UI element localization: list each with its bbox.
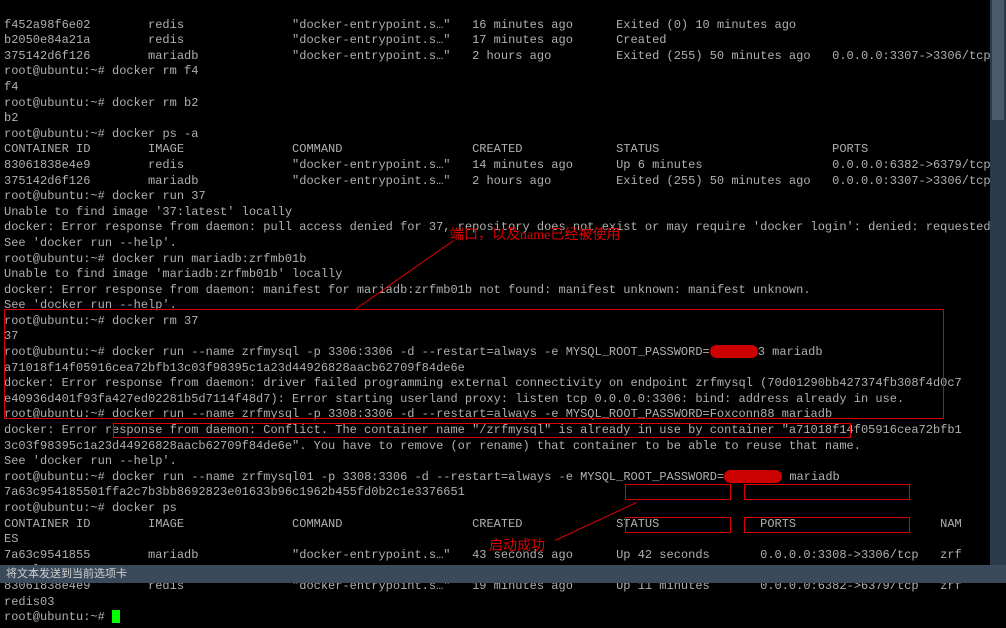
command: docker ps [112, 501, 177, 515]
container-row: 375142d6f126 mariadb "docker-entrypoint.… [4, 49, 1006, 63]
command: docker run --name zrfmysql -p 3306:3306 … [112, 345, 710, 359]
prompt: root@ubuntu:~# [4, 127, 112, 141]
cursor [112, 610, 120, 623]
annotation-note-success: 启动成功 [489, 538, 545, 556]
error-line: docker: Error response from daemon: mani… [4, 283, 811, 297]
output-line: ES [4, 532, 18, 546]
terminal-output[interactable]: f452a98f6e02 redis "docker-entrypoint.s…… [0, 0, 1006, 628]
prompt: root@ubuntu:~# [4, 345, 112, 359]
command: docker rm b2 [112, 96, 198, 110]
output-line: a71018f14f05916cea72bfb13c03f98395c1a23d… [4, 361, 465, 375]
command: docker rm 37 [112, 314, 198, 328]
output-line: f4 [4, 80, 18, 94]
prompt: root@ubuntu:~# [4, 610, 112, 624]
output-line: 7a63c954185501ffa2c7b3bb8692823e01633b96… [4, 485, 465, 499]
table-header: CONTAINER ID IMAGE COMMAND CREATED STATU… [4, 142, 1006, 156]
command: mariadb [782, 470, 840, 484]
status-bar: 将文本发送到当前选项卡 [0, 565, 1006, 583]
command: docker run 37 [112, 189, 206, 203]
output-line: See 'docker run --help'. [4, 454, 177, 468]
prompt: root@ubuntu:~# [4, 64, 112, 78]
output-line: See 'docker run --help'. [4, 236, 177, 250]
annotation-note-port-name: 端口，以及name已经被使用 [450, 227, 620, 245]
output-line: See 'docker run --help'. [4, 298, 177, 312]
error-line: e40936d401f93fa427ed02281b5d7114f48d7): … [4, 392, 904, 406]
container-row: 83061838e4e9 redis "docker-entrypoint.s…… [4, 158, 1006, 172]
command: docker rm f4 [112, 64, 198, 78]
container-row: 7a63c9541855 mariadb "docker-entrypoint.… [4, 548, 962, 562]
error-line: docker: Error response from daemon: Conf… [4, 423, 962, 437]
status-bar-text: 将文本发送到当前选项卡 [6, 568, 127, 580]
command: docker run mariadb:zrfmb01b [112, 252, 306, 266]
error-line: docker: Error response from daemon: driv… [4, 376, 962, 390]
output-line: b2 [4, 111, 18, 125]
output-line: redis03 [4, 595, 54, 609]
prompt: root@ubuntu:~# [4, 189, 112, 203]
output-line: Unable to find image 'mariadb:zrfmb01b' … [4, 267, 342, 281]
prompt: root@ubuntu:~# [4, 501, 112, 515]
command: docker run --name zrfmysql -p 3308:3306 … [112, 407, 832, 421]
command: 3 mariadb [758, 345, 823, 359]
censored-password [710, 345, 758, 358]
censored-password [724, 470, 782, 483]
output-line: Unable to find image '37:latest' locally [4, 205, 292, 219]
prompt: root@ubuntu:~# [4, 96, 112, 110]
container-row: b2050e84a21a redis "docker-entrypoint.s…… [4, 33, 667, 47]
scrollbar-vertical[interactable] [990, 0, 1006, 565]
container-row: f452a98f6e02 redis "docker-entrypoint.s…… [4, 18, 796, 32]
command: docker run --name zrfmysql01 -p 3308:330… [112, 470, 724, 484]
error-line: 3c03f98395c1a23d44926828aacb62709f84de6e… [4, 439, 861, 453]
container-row: 375142d6f126 mariadb "docker-entrypoint.… [4, 174, 1006, 188]
table-header: CONTAINER ID IMAGE COMMAND CREATED STATU… [4, 517, 962, 531]
prompt: root@ubuntu:~# [4, 470, 112, 484]
prompt: root@ubuntu:~# [4, 252, 112, 266]
command: docker ps -a [112, 127, 198, 141]
prompt: root@ubuntu:~# [4, 314, 112, 328]
output-line: 37 [4, 329, 18, 343]
prompt: root@ubuntu:~# [4, 407, 112, 421]
scrollbar-thumb[interactable] [992, 0, 1004, 120]
